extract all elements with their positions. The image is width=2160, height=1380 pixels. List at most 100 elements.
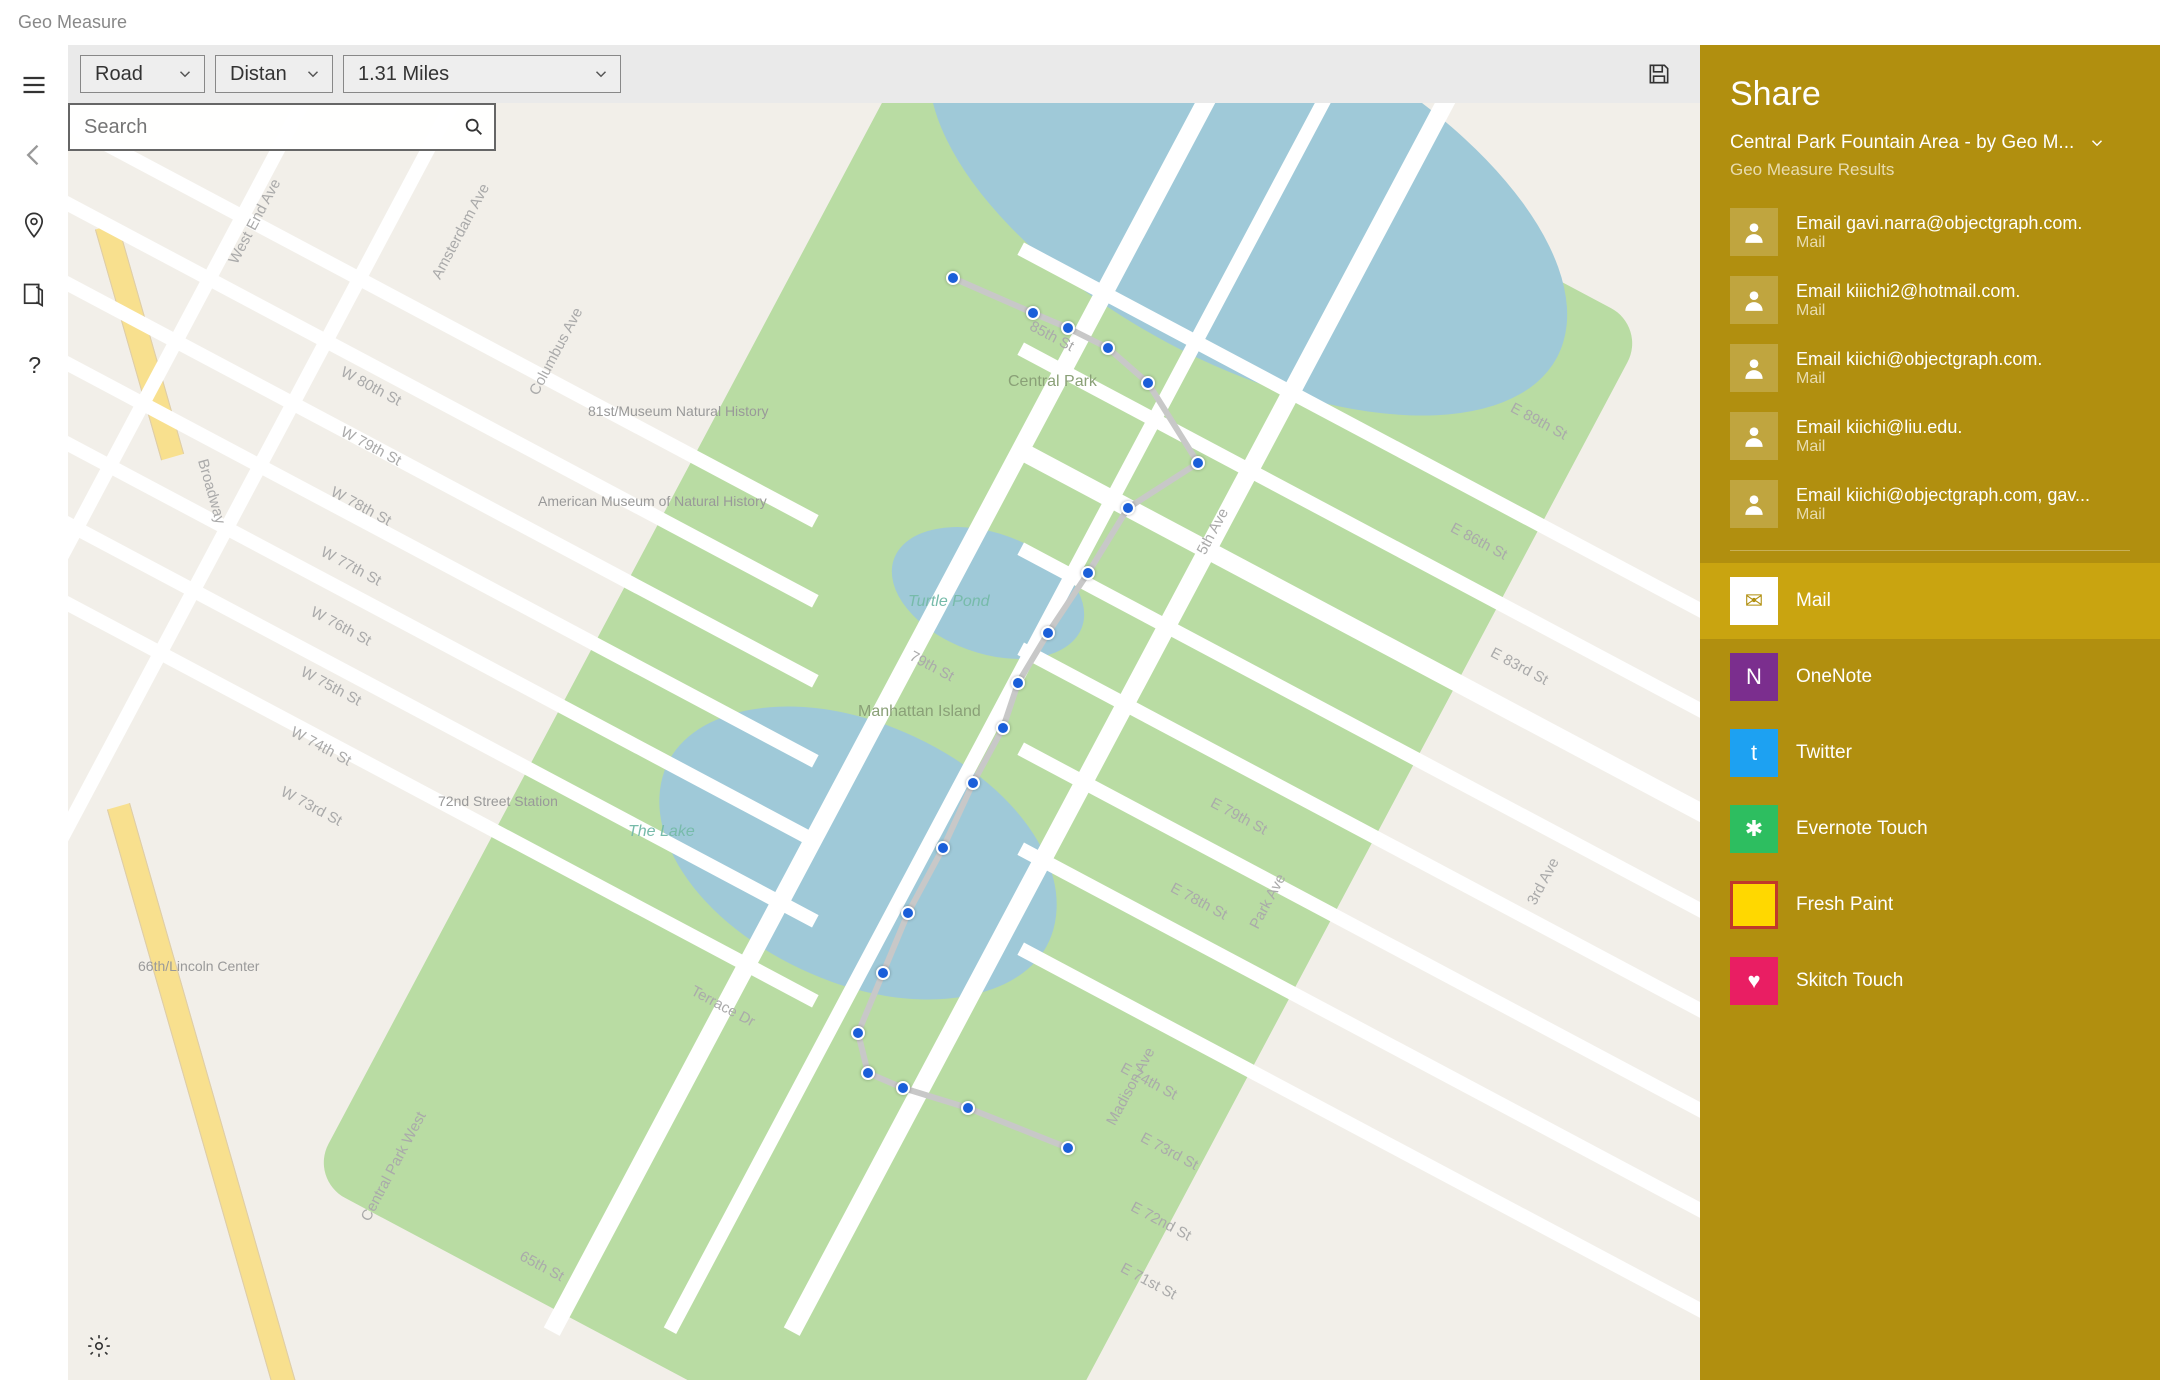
route-waypoint[interactable] bbox=[861, 1066, 875, 1080]
share-caption: Geo Measure Results bbox=[1700, 154, 2160, 198]
hamburger-icon bbox=[20, 71, 48, 99]
contact-list: Email gavi.narra@objectgraph.com.Mail Em… bbox=[1700, 198, 2160, 538]
share-icon bbox=[20, 281, 48, 309]
chevron-down-icon bbox=[592, 65, 610, 83]
share-app-skitch-touch[interactable]: ♥ Skitch Touch bbox=[1700, 943, 2160, 1019]
route-waypoint[interactable] bbox=[961, 1101, 975, 1115]
app-icon: ✱ bbox=[1730, 805, 1778, 853]
app-icon: ♥ bbox=[1730, 957, 1778, 1005]
share-subtitle-row[interactable]: Central Park Fountain Area - by Geo M... bbox=[1700, 132, 2160, 154]
search-bar[interactable] bbox=[68, 103, 496, 151]
person-icon bbox=[1730, 208, 1778, 256]
map-label-central-park: Central Park bbox=[1008, 373, 1097, 391]
search-icon[interactable] bbox=[454, 116, 494, 138]
sidebar: ? bbox=[0, 45, 68, 1380]
map-pin-icon bbox=[20, 211, 48, 239]
map-label-72nd-station: 72nd Street Station bbox=[438, 793, 558, 809]
app-title: Geo Measure bbox=[18, 12, 127, 33]
route-waypoint[interactable] bbox=[876, 966, 890, 980]
help-button[interactable]: ? bbox=[14, 345, 54, 385]
measure-mode-value: Distan bbox=[230, 63, 287, 86]
map-type-value: Road bbox=[95, 63, 143, 86]
contact-item[interactable]: Email kiichi@liu.edu.Mail bbox=[1730, 402, 2130, 470]
app-label: Fresh Paint bbox=[1796, 894, 1893, 916]
route-waypoint[interactable] bbox=[936, 841, 950, 855]
save-button[interactable] bbox=[1640, 55, 1678, 93]
route-waypoint[interactable] bbox=[1026, 306, 1040, 320]
gear-icon bbox=[86, 1333, 112, 1359]
share-subtitle-text: Central Park Fountain Area - by Geo M... bbox=[1730, 132, 2074, 154]
route-waypoint[interactable] bbox=[1101, 341, 1115, 355]
save-icon bbox=[1646, 61, 1672, 87]
share-panel: Share Central Park Fountain Area - by Ge… bbox=[1700, 45, 2160, 1380]
map-label-lincoln: 66th/Lincoln Center bbox=[138, 958, 259, 974]
contact-item[interactable]: Email kiichi@objectgraph.com.Mail bbox=[1730, 334, 2130, 402]
share-app-list: ✉ Mail N OneNote t Twitter ✱ Evernote Touch Fres… bbox=[1700, 563, 2160, 1019]
route-waypoint[interactable] bbox=[966, 776, 980, 790]
app-icon: t bbox=[1730, 729, 1778, 777]
route-waypoint[interactable] bbox=[1061, 321, 1075, 335]
contact-item[interactable]: Email gavi.narra@objectgraph.com.Mail bbox=[1730, 198, 2130, 266]
route-waypoint[interactable] bbox=[1081, 566, 1095, 580]
map-type-dropdown[interactable]: Road bbox=[80, 55, 205, 93]
measure-mode-dropdown[interactable]: Distan bbox=[215, 55, 333, 93]
back-button[interactable] bbox=[14, 135, 54, 175]
contact-line: Email kiiichi2@hotmail.com. bbox=[1796, 281, 2020, 302]
search-input[interactable] bbox=[70, 105, 454, 149]
chevron-down-icon bbox=[176, 65, 194, 83]
route-waypoint[interactable] bbox=[1121, 501, 1135, 515]
map-label-manhattan: Manhattan Island bbox=[858, 703, 981, 721]
settings-button[interactable] bbox=[86, 1333, 112, 1362]
app-label: Mail bbox=[1796, 590, 1831, 612]
divider bbox=[1730, 550, 2130, 551]
help-icon: ? bbox=[20, 351, 48, 379]
contact-line: Email kiichi@liu.edu. bbox=[1796, 417, 1962, 438]
app-label: Skitch Touch bbox=[1796, 970, 1903, 992]
hamburger-button[interactable] bbox=[14, 65, 54, 105]
map-label-turtle-pond: Turtle Pond bbox=[908, 593, 990, 611]
contact-app: Mail bbox=[1796, 234, 2082, 252]
route-waypoint[interactable] bbox=[851, 1026, 865, 1040]
map-canvas[interactable]: Central Park Turtle Pond The Lake Manhat… bbox=[68, 103, 1700, 1380]
back-arrow-icon bbox=[20, 141, 48, 169]
share-title: Share bbox=[1700, 75, 2160, 132]
route-waypoint[interactable] bbox=[896, 1081, 910, 1095]
contact-line: Email gavi.narra@objectgraph.com. bbox=[1796, 213, 2082, 234]
contact-line: Email kiichi@objectgraph.com, gav... bbox=[1796, 485, 2090, 506]
route-waypoint[interactable] bbox=[1041, 626, 1055, 640]
route-waypoint[interactable] bbox=[1141, 376, 1155, 390]
share-app-twitter[interactable]: t Twitter bbox=[1700, 715, 2160, 791]
route-waypoint[interactable] bbox=[996, 721, 1010, 735]
route-waypoint[interactable] bbox=[1191, 456, 1205, 470]
share-button[interactable] bbox=[14, 275, 54, 315]
titlebar: Geo Measure bbox=[0, 0, 2160, 45]
person-icon bbox=[1730, 480, 1778, 528]
app-label: OneNote bbox=[1796, 666, 1872, 688]
contact-item[interactable]: Email kiichi@objectgraph.com, gav...Mail bbox=[1730, 470, 2130, 538]
share-app-fresh-paint[interactable]: Fresh Paint bbox=[1700, 867, 2160, 943]
app-label: Twitter bbox=[1796, 742, 1852, 764]
measurement-dropdown[interactable]: 1.31 Miles bbox=[343, 55, 621, 93]
main-area: Road Distan 1.31 Miles bbox=[68, 45, 1700, 1380]
app-label: Evernote Touch bbox=[1796, 818, 1928, 840]
route-waypoint[interactable] bbox=[901, 906, 915, 920]
map-label-the-lake: The Lake bbox=[628, 823, 695, 841]
toolbar: Road Distan 1.31 Miles bbox=[68, 45, 1700, 103]
share-app-onenote[interactable]: N OneNote bbox=[1700, 639, 2160, 715]
app-icon bbox=[1730, 881, 1778, 929]
app-icon: N bbox=[1730, 653, 1778, 701]
map-mode-button[interactable] bbox=[14, 205, 54, 245]
person-icon bbox=[1730, 412, 1778, 460]
contact-line: Email kiichi@objectgraph.com. bbox=[1796, 349, 2042, 370]
app-icon: ✉ bbox=[1730, 577, 1778, 625]
route-waypoint[interactable] bbox=[1061, 1141, 1075, 1155]
share-app-evernote-touch[interactable]: ✱ Evernote Touch bbox=[1700, 791, 2160, 867]
route-waypoint[interactable] bbox=[946, 271, 960, 285]
share-app-mail[interactable]: ✉ Mail bbox=[1700, 563, 2160, 639]
route-waypoint[interactable] bbox=[1011, 676, 1025, 690]
contact-app: Mail bbox=[1796, 370, 2042, 388]
contact-item[interactable]: Email kiiichi2@hotmail.com.Mail bbox=[1730, 266, 2130, 334]
map-label-museum2: American Museum of Natural History bbox=[538, 493, 767, 509]
contact-app: Mail bbox=[1796, 438, 1962, 456]
contact-app: Mail bbox=[1796, 302, 2020, 320]
